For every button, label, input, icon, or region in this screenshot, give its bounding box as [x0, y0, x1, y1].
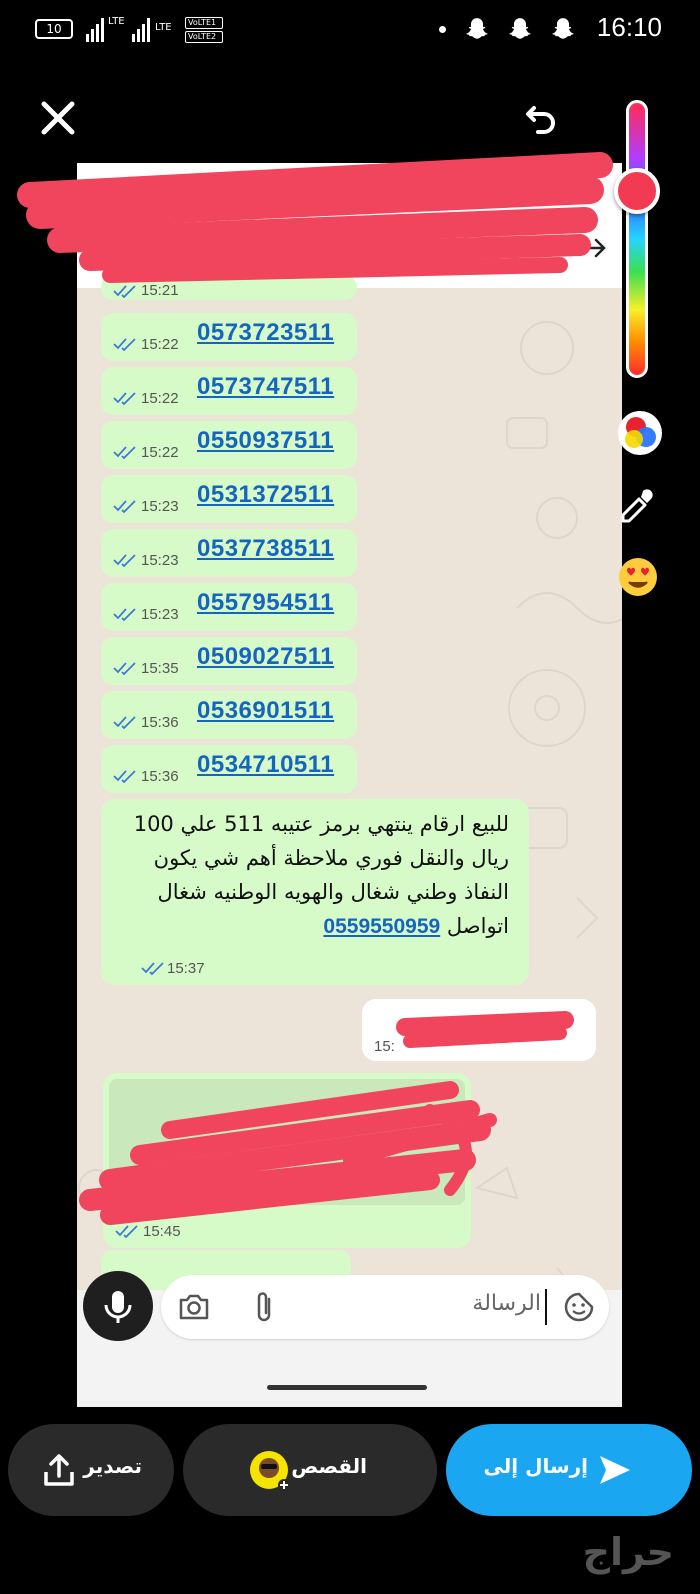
message-bubble: 0550937511 15:22 — [101, 421, 357, 469]
message-bubble-quoted: 15:45 — [103, 1073, 471, 1248]
quoted-message — [109, 1079, 465, 1205]
volte-badge: VoLTE1 — [185, 17, 223, 29]
double-check-icon — [113, 554, 136, 567]
home-indicator — [267, 1385, 427, 1390]
send-to-button[interactable]: إرسال إلى — [446, 1424, 692, 1516]
export-button[interactable]: تصدير — [8, 1424, 174, 1516]
message-input[interactable]: الرسالة — [161, 1275, 609, 1339]
phone-number-link[interactable]: 0531372511 — [197, 481, 334, 509]
send-to-label: إرسال إلى — [483, 1454, 588, 1478]
network-type-label: LTE — [155, 22, 172, 33]
message-bubble: 0557954511 15:23 — [101, 583, 357, 631]
chat-screenshot: 15:21 0573723511 15:22 0573747511 15:22 … — [77, 163, 622, 1407]
signal-icon — [132, 16, 150, 42]
snapchat-ghost-icon — [466, 18, 488, 39]
message-bubble: 15:21 — [101, 275, 357, 300]
phone-number-link[interactable]: 0573723511 — [197, 319, 334, 347]
color-slider[interactable] — [626, 100, 648, 378]
message-word: اتواصل — [446, 914, 509, 938]
export-label: تصدير — [83, 1454, 142, 1478]
message-line: ريال والنقل فوري ملاحظة أهم شي يكون — [153, 846, 509, 870]
sticker-icon[interactable] — [563, 1291, 595, 1323]
bitmoji-avatar-icon — [250, 1451, 290, 1491]
message-time: 15:23 — [141, 498, 179, 515]
message-line: النفاذ وطني شغال والهويه الوطنيه شغال — [157, 880, 509, 904]
signal-icon — [86, 16, 104, 42]
text-caret — [545, 1289, 547, 1325]
message-time: 15:21 — [141, 282, 179, 299]
incoming-message-bubble: 15: — [362, 999, 596, 1061]
message-bubble: 0531372511 15:23 — [101, 475, 357, 523]
message-bubble: 0573723511 15:22 — [101, 313, 357, 361]
phone-number-link[interactable]: 0573747511 — [197, 373, 334, 401]
close-icon[interactable] — [36, 96, 80, 140]
message-placeholder: الرسالة — [472, 1291, 541, 1316]
snapchat-editor: 10 LTE LTE VoLTE1 VoLTE2 16:10 15:21 057… — [0, 0, 700, 1594]
snapchat-ghost-icon — [552, 18, 574, 39]
phone-number-link[interactable]: 0557954511 — [197, 589, 334, 617]
double-check-icon — [113, 338, 136, 351]
message-time: 15:23 — [141, 552, 179, 569]
haraj-watermark: حراج — [582, 1530, 674, 1574]
double-check-icon — [115, 1225, 138, 1238]
snapchat-ghost-icon — [509, 18, 531, 39]
camera-icon[interactable] — [177, 1291, 211, 1323]
message-time: 15: — [374, 1038, 395, 1055]
message-time: 15:23 — [141, 606, 179, 623]
phone-number-link[interactable]: 0550937511 — [197, 427, 334, 455]
phone-number-link[interactable]: 0536901511 — [197, 697, 334, 725]
message-bubble-long: للبيع ارقام ينتهي برمز عتيبه 511 علي 100… — [101, 799, 529, 985]
attachment-icon[interactable] — [251, 1289, 277, 1325]
message-bubble: 0509027511 15:35 — [101, 637, 357, 685]
double-check-icon — [113, 500, 136, 513]
message-time: 15:22 — [141, 444, 179, 461]
stories-button[interactable]: القصص — [183, 1424, 437, 1516]
volte-badges: VoLTE1 VoLTE2 — [185, 17, 223, 45]
forward-arrow-icon — [582, 238, 606, 258]
status-bar: 10 LTE LTE VoLTE1 VoLTE2 16:10 — [0, 0, 700, 58]
double-check-icon — [141, 962, 164, 975]
mic-button[interactable] — [83, 1271, 153, 1341]
volte-badge: VoLTE2 — [185, 31, 223, 43]
chat-header — [77, 163, 622, 288]
send-icon — [600, 1456, 630, 1484]
message-line: للبيع ارقام ينتهي برمز عتيبه 511 علي 100 — [133, 812, 509, 836]
message-time: 15:36 — [141, 714, 179, 731]
double-check-icon — [113, 446, 136, 459]
undo-icon[interactable] — [522, 96, 562, 136]
eyedropper-icon[interactable] — [617, 485, 659, 527]
message-text: للبيع ارقام ينتهي برمز عتيبه 511 علي 100… — [109, 807, 509, 944]
message-time: 15:37 — [167, 960, 205, 977]
clock: 16:10 — [596, 12, 662, 42]
phone-number-link[interactable]: 0537738511 — [197, 535, 334, 563]
double-check-icon — [113, 770, 136, 783]
color-palette-icon[interactable] — [617, 410, 663, 456]
message-line: اتواصل 0559550959 — [109, 909, 509, 944]
battery-indicator: 10 — [35, 19, 73, 39]
stories-label: القصص — [291, 1454, 367, 1478]
double-check-icon — [113, 392, 136, 405]
notification-dot — [439, 26, 446, 33]
network-type-label: LTE — [108, 16, 125, 27]
message-time: 15:36 — [141, 768, 179, 785]
double-check-icon — [113, 285, 136, 298]
double-check-icon — [113, 608, 136, 621]
export-icon — [44, 1454, 74, 1486]
phone-number-link[interactable]: 0509027511 — [197, 643, 334, 671]
message-time: 15:22 — [141, 336, 179, 353]
message-bubble: 0536901511 15:36 — [101, 691, 357, 739]
message-bubble: 0534710511 15:36 — [101, 745, 357, 793]
message-bubble: 0573747511 15:22 — [101, 367, 357, 415]
message-time: 15:45 — [143, 1223, 181, 1240]
double-check-icon — [113, 716, 136, 729]
mic-icon — [104, 1291, 132, 1323]
phone-number-link[interactable]: 0534710511 — [197, 751, 334, 779]
message-bubble: 0537738511 15:23 — [101, 529, 357, 577]
message-time: 15:35 — [141, 660, 179, 677]
double-check-icon — [113, 662, 136, 675]
emoji-icon[interactable] — [617, 556, 659, 598]
message-time: 15:22 — [141, 390, 179, 407]
phone-number-link[interactable]: 0559550959 — [323, 915, 440, 938]
color-slider-handle[interactable] — [614, 168, 660, 214]
